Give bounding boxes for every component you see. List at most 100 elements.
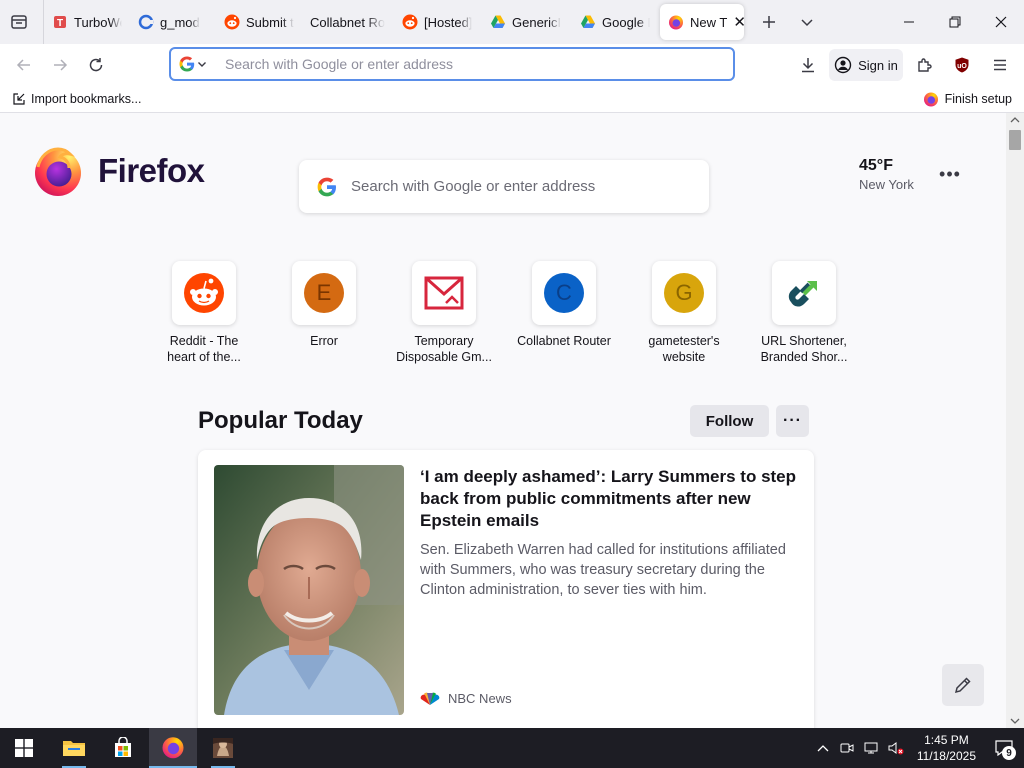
forward-button[interactable] [45, 50, 75, 80]
page-scrollbar[interactable] [1006, 113, 1024, 728]
section-menu-button[interactable]: ··· [776, 405, 809, 437]
story-card[interactable]: ‘I am deeply ashamed’: Larry Summers to … [198, 450, 814, 728]
shortcut-label: Temporary Disposable Gm... [396, 334, 492, 364]
restore-button[interactable] [932, 0, 978, 44]
weather-city: New York [859, 177, 914, 192]
taskbar-firefox[interactable] [149, 728, 197, 768]
arrow-right-icon [54, 59, 68, 71]
store-bag-icon [115, 737, 131, 757]
tab-label: Google D [602, 14, 650, 30]
follow-button[interactable]: Follow [690, 405, 769, 437]
shortcut-tile[interactable] [172, 261, 236, 325]
scrollbar-thumb[interactable] [1009, 130, 1021, 150]
story-image [214, 465, 404, 715]
close-window-button[interactable] [978, 0, 1024, 44]
back-button[interactable] [9, 50, 39, 80]
shortcut-tile[interactable]: E [292, 261, 356, 325]
tab-generic[interactable]: GenericI [482, 4, 572, 40]
taskbar-clock[interactable]: 1:45 PM 11/18/2025 [917, 732, 976, 764]
shortcut-label: Reddit - The heart of the... [167, 334, 241, 364]
downloads-button[interactable] [793, 50, 823, 80]
reload-button[interactable] [81, 50, 111, 80]
tab-label: [Hosted] [424, 14, 473, 30]
close-tab-icon[interactable]: ✕ [733, 13, 744, 31]
pencil-icon [954, 677, 971, 694]
shortcut-tile[interactable] [412, 261, 476, 325]
firefox-icon [162, 737, 184, 759]
ublock-shield-icon: uO [955, 57, 969, 73]
game-app-icon [213, 738, 233, 758]
volume-muted-icon[interactable] [883, 741, 909, 755]
reload-icon [89, 58, 103, 72]
weather-widget[interactable]: 45°F New York [859, 157, 914, 192]
shortcut-tile[interactable]: C [532, 261, 596, 325]
windows-logo-icon [15, 739, 33, 757]
clock-time: 1:45 PM [924, 733, 969, 747]
notifications-button[interactable]: 9 [984, 740, 1024, 760]
navigation-toolbar: Sign in uO [0, 44, 1024, 86]
svg-text:T: T [57, 18, 63, 29]
google-drive-icon [580, 14, 596, 30]
mail-icon [424, 276, 464, 310]
customize-button[interactable] [942, 664, 984, 706]
puzzle-icon [918, 58, 932, 72]
taskbar-store[interactable] [99, 728, 147, 768]
shortcut-tile[interactable]: G [652, 261, 716, 325]
clock-date: 11/18/2025 [916, 749, 976, 763]
sign-in-button[interactable]: Sign in [829, 49, 903, 81]
shortcut-label: Collabnet Router [517, 334, 611, 348]
app-menu-button[interactable] [985, 50, 1015, 80]
address-bar[interactable] [169, 47, 735, 81]
import-bookmarks-button[interactable]: Import bookmarks... [12, 92, 141, 106]
minimize-button[interactable] [886, 0, 932, 44]
search-engine-selector[interactable] [179, 56, 219, 72]
chevron-down-icon [801, 19, 813, 27]
new-tab-search-input[interactable] [351, 178, 709, 195]
story-headline[interactable]: ‘I am deeply ashamed’: Larry Summers to … [420, 466, 800, 532]
tab-hosted[interactable]: [Hosted] [394, 4, 482, 40]
tab-new-tab[interactable]: New T ✕ [660, 4, 744, 40]
bookmarks-toolbar: Import bookmarks... Finish setup [0, 86, 1024, 113]
shortcut-reddit[interactable]: Reddit - The heart of the... [149, 261, 259, 365]
tab-gmod[interactable]: g_mod [130, 4, 216, 40]
tab-submit[interactable]: Submit t [216, 4, 302, 40]
taskbar-app-game[interactable] [199, 728, 247, 768]
shortcut-gametester[interactable]: G gametester's website [629, 261, 739, 365]
extensions-button[interactable] [910, 50, 940, 80]
reddit-icon [224, 14, 240, 30]
finish-setup-button[interactable]: Finish setup [923, 91, 1012, 107]
new-tab-search-box[interactable] [299, 160, 709, 213]
meet-now-icon[interactable] [835, 742, 859, 754]
taskbar-file-explorer[interactable] [50, 728, 98, 768]
list-all-tabs-button[interactable] [788, 4, 826, 40]
letter-avatar-icon: G [664, 273, 704, 313]
hamburger-menu-icon [994, 59, 1006, 71]
shortcut-temp-mail[interactable]: Temporary Disposable Gm... [389, 261, 499, 365]
tab-label: g_mod [160, 14, 200, 30]
firefox-logo-icon [35, 147, 81, 196]
url-input[interactable] [219, 56, 733, 72]
tab-google-d[interactable]: Google D [572, 4, 658, 40]
tab-collabnet[interactable]: Collabnet Ro [302, 4, 394, 40]
reddit-icon [184, 273, 224, 313]
link-icon [788, 281, 817, 307]
windows-taskbar: 1:45 PM 11/18/2025 9 [0, 728, 1024, 768]
start-button[interactable] [0, 728, 48, 768]
story-excerpt: Sen. Elizabeth Warren had called for ins… [420, 542, 786, 598]
shortcut-tile[interactable] [772, 261, 836, 325]
network-icon[interactable] [859, 742, 883, 754]
google-icon [317, 177, 336, 196]
letter-avatar-icon: E [304, 273, 344, 313]
ublock-button[interactable]: uO [947, 50, 977, 80]
tab-turbowe[interactable]: T TurboWe [44, 4, 130, 40]
folder-icon [63, 741, 85, 756]
svg-text:uO: uO [957, 63, 967, 70]
tab-list-icon[interactable] [0, 4, 38, 40]
new-tab-button[interactable] [750, 4, 788, 40]
close-icon [995, 16, 1007, 28]
show-hidden-icons-button[interactable] [811, 744, 835, 752]
shortcut-collabnet[interactable]: C Collabnet Router [509, 261, 619, 349]
shortcut-error[interactable]: E Error [269, 261, 379, 349]
shortcut-url-shortener[interactable]: URL Shortener, Branded Shor... [749, 261, 859, 365]
weather-menu-button[interactable]: ••• [938, 164, 962, 184]
